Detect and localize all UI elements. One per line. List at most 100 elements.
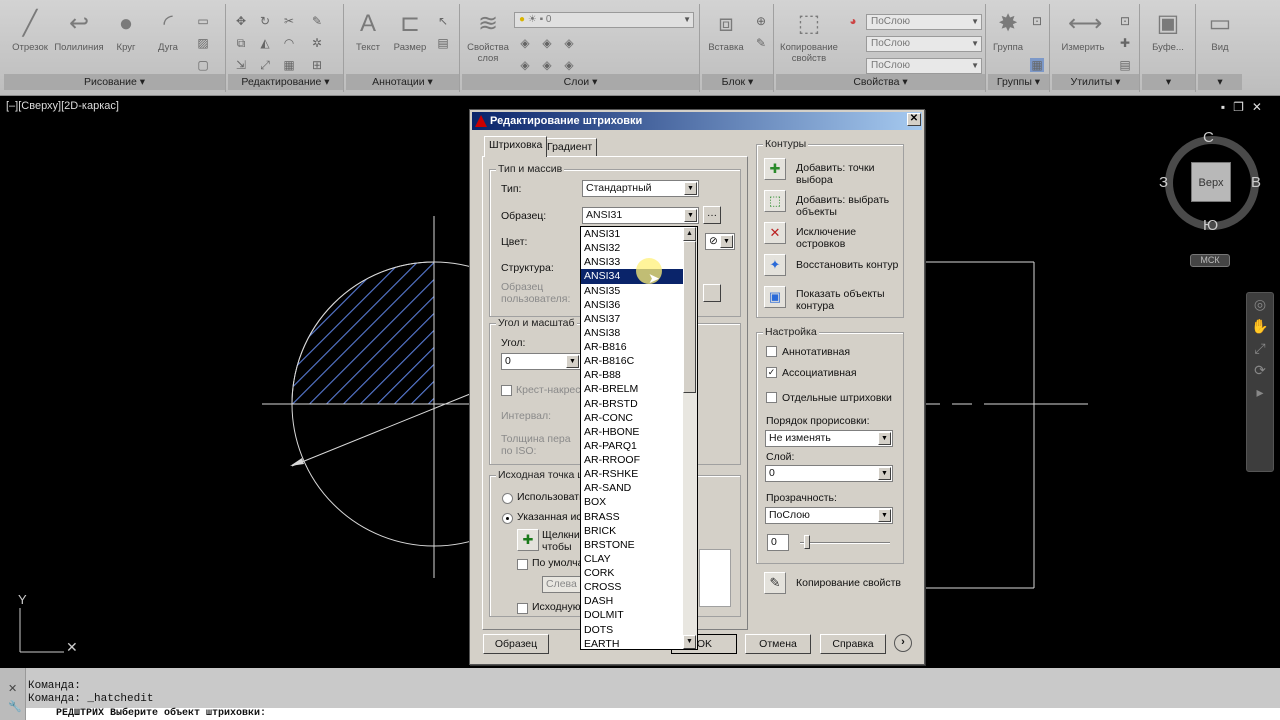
pan-icon[interactable]: ✋ <box>1247 315 1273 337</box>
pattern-list-item[interactable]: ANSI35 <box>581 284 685 298</box>
associative-checkbox[interactable]: ✓ <box>766 367 777 378</box>
background-color-combo[interactable]: ⊘ ▼ <box>705 233 735 250</box>
angle-combo[interactable]: 0 ▼ <box>501 353 581 370</box>
mirror-icon[interactable]: ◭ <box>258 36 272 50</box>
lineweight-combo[interactable]: ПоСлою <box>866 58 982 74</box>
region-icon[interactable]: ▢ <box>196 58 210 72</box>
circle-tool[interactable]: ● Круг <box>106 10 146 53</box>
rectangle-icon[interactable]: ▭ <box>196 14 210 28</box>
panel-layers-label[interactable]: Слои ▾ <box>462 74 699 90</box>
pattern-browse-button[interactable]: … <box>703 206 721 224</box>
erase-icon[interactable]: ✎ <box>310 14 324 28</box>
annotative-checkbox[interactable] <box>766 346 777 357</box>
point-coords-icon[interactable]: ✚ <box>1118 36 1132 50</box>
layer-properties-tool[interactable]: ≋ Свойства слоя <box>464 10 512 64</box>
pattern-dropdown-list[interactable]: ANSI31 ANSI32 ANSI33 ANSI34 ANSI35 ANSI36 ANSI… <box>580 226 698 650</box>
dialog-close-button[interactable]: ✕ <box>907 113 921 126</box>
edit-block-icon[interactable]: ✎ <box>754 36 768 50</box>
move-icon[interactable]: ✥ <box>234 14 248 28</box>
pattern-list-item[interactable]: BOX <box>581 495 685 509</box>
click-set-origin-button[interactable]: ✚ <box>517 529 539 551</box>
calculator-icon[interactable]: ▤ <box>1118 58 1132 72</box>
copy-icon[interactable]: ⧉ <box>234 36 248 50</box>
pattern-list-item[interactable]: AR-BRELM <box>581 382 685 396</box>
panel-properties-label[interactable]: Свойства ▾ <box>776 74 985 90</box>
insert-tool[interactable]: ⧈ Вставка <box>704 10 748 53</box>
compass-south[interactable]: Ю <box>1203 217 1218 234</box>
cancel-button[interactable]: Отмена <box>745 634 811 654</box>
pattern-list-item[interactable]: BRASS <box>581 510 685 524</box>
type-combo[interactable]: Стандартный ▼ <box>582 180 699 197</box>
stretch-icon[interactable]: ⇲ <box>234 58 248 72</box>
view-tool[interactable]: ▭ Вид <box>1200 10 1240 53</box>
add-pick-points-button[interactable]: ✚ <box>764 158 786 180</box>
explode-icon[interactable]: ✲ <box>310 36 324 50</box>
pattern-list-item[interactable]: ANSI34 <box>581 269 685 284</box>
ungroup-icon[interactable]: ⊡ <box>1030 14 1044 28</box>
panel-annotation-label[interactable]: Аннотации ▾ <box>346 74 459 90</box>
pattern-list-item[interactable]: AR-RSHKE <box>581 467 685 481</box>
add-select-objects-button[interactable]: ⬚ <box>764 190 786 212</box>
layer-icon-b[interactable]: ◈ <box>540 36 554 50</box>
panel-utilities-label[interactable]: Утилиты ▾ <box>1052 74 1139 90</box>
store-default-origin-checkbox[interactable] <box>517 603 528 614</box>
pattern-list-item[interactable]: DOLMIT <box>581 608 685 622</box>
layer-icon-e[interactable]: ◈ <box>540 58 554 72</box>
viewcube-top-face[interactable]: Верх <box>1191 162 1231 202</box>
layer-icon-f[interactable]: ◈ <box>562 58 576 72</box>
viewport-window-controls[interactable]: ▪❐✕ <box>1221 100 1270 114</box>
zoom-icon[interactable]: ⤢ <box>1247 337 1273 359</box>
panel-clipboard-label[interactable]: ▾ <box>1142 74 1195 90</box>
separate-hatches-checkbox[interactable] <box>766 392 777 403</box>
color-combo[interactable]: ПоСлою <box>866 14 982 30</box>
pattern-list-item[interactable]: AR-B88 <box>581 368 685 382</box>
panel-modify-label[interactable]: Редактирование ▾ <box>228 74 343 90</box>
layer-icon-c[interactable]: ◈ <box>562 36 576 50</box>
preview-button[interactable]: Образец <box>483 634 549 654</box>
transparency-slider-thumb[interactable] <box>804 535 810 549</box>
pattern-list-item[interactable]: ANSI37 <box>581 312 685 326</box>
recreate-boundary-button[interactable]: ✦ <box>764 254 786 276</box>
steering-wheel-icon[interactable]: ◎ <box>1247 293 1273 315</box>
dimension-tool[interactable]: ⊏ Размер <box>390 10 430 53</box>
scroll-down-icon[interactable]: ▼ <box>683 635 696 649</box>
array-icon[interactable]: ▦ <box>282 58 296 72</box>
dialog-title-bar[interactable]: Редактирование штриховки <box>472 112 922 130</box>
clipboard-tool[interactable]: ▣ Буфе... <box>1144 10 1192 53</box>
group-tool[interactable]: ✸ Группа <box>990 10 1026 53</box>
command-input[interactable]: РЕДШТРИХ Выберите объект штриховки: <box>26 708 1280 720</box>
pattern-combo[interactable]: ANSI31 ▼ <box>582 207 699 224</box>
panel-view-label[interactable]: ▾ <box>1198 74 1242 90</box>
pattern-list-item[interactable]: ANSI36 <box>581 298 685 312</box>
specified-origin-radio[interactable] <box>502 513 513 524</box>
compass-east[interactable]: В <box>1251 174 1261 191</box>
user-pattern-button[interactable] <box>703 284 721 302</box>
pattern-list-item[interactable]: BRSTONE <box>581 538 685 552</box>
leader-icon[interactable]: ↖ <box>436 14 450 28</box>
group-select-icon[interactable]: ▦ <box>1030 58 1044 72</box>
help-button[interactable]: Справка <box>820 634 886 654</box>
cross-hatch-checkbox[interactable] <box>501 385 512 396</box>
compass-west[interactable]: З <box>1159 174 1168 191</box>
inherit-properties-button[interactable]: ✎ <box>764 572 786 594</box>
panel-groups-label[interactable]: Группы ▾ <box>988 74 1049 90</box>
linetype-combo[interactable]: ПоСлою <box>866 36 982 52</box>
transparency-combo[interactable]: ПоСлою ▼ <box>765 507 893 524</box>
create-block-icon[interactable]: ⊕ <box>754 14 768 28</box>
layer-combo[interactable]: ● ☀ ▪ 0 <box>514 12 694 28</box>
panel-draw-label[interactable]: Рисование ▾ <box>4 74 225 90</box>
pattern-list-item[interactable]: ANSI31 <box>581 227 685 241</box>
tab-hatch[interactable]: Штриховка <box>484 136 548 157</box>
pattern-list-item[interactable]: BRICK <box>581 524 685 538</box>
quick-select-icon[interactable]: ⊡ <box>1118 14 1132 28</box>
pattern-list-item[interactable]: AR-B816 <box>581 340 685 354</box>
scroll-thumb[interactable] <box>683 241 696 393</box>
extents-position-combo[interactable]: Слева внизу <box>542 576 582 593</box>
close-icon[interactable]: ✕ <box>8 682 17 695</box>
polyline-tool[interactable]: ↩ Полилиния <box>54 10 104 53</box>
offset-icon[interactable]: ⊞ <box>310 58 324 72</box>
color-wheel-icon[interactable]: ◕ <box>846 14 860 28</box>
arc-tool[interactable]: ◜ Дуга <box>148 10 188 53</box>
pattern-list-scrollbar[interactable]: ▲ ▼ <box>683 227 697 649</box>
layer-icon-a[interactable]: ◈ <box>518 36 532 50</box>
